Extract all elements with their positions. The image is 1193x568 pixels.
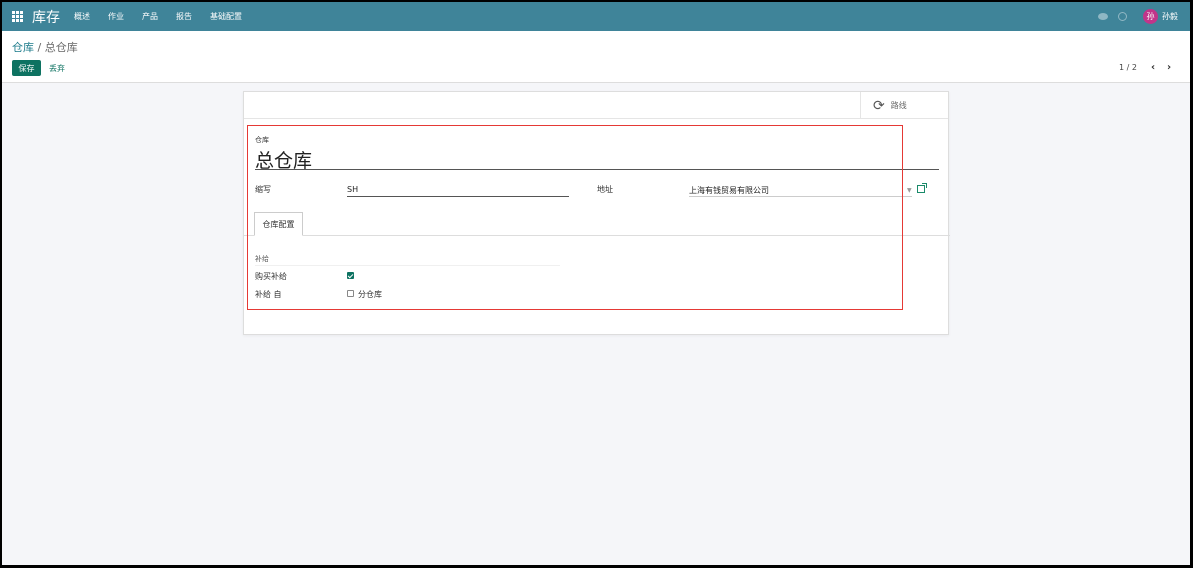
menu-overview[interactable]: 概述 [74,11,90,22]
menu-products[interactable]: 产品 [142,11,158,22]
menu-reporting[interactable]: 报告 [176,11,192,22]
apps-menu-icon[interactable] [12,11,23,22]
breadcrumb: 仓库 / 总仓库 [12,39,78,55]
menu-operations[interactable]: 作业 [108,11,124,22]
address-field[interactable]: 上海有钱贸易有限公司 [689,185,912,197]
resupply-from-option-label[interactable]: 分仓库 [358,289,382,300]
tab-divider [244,235,950,236]
code-field[interactable]: SH [347,185,569,197]
chevron-down-icon[interactable]: ▼ [907,187,912,194]
control-panel: 仓库 / 总仓库 保存 丢弃 1 / 2 ‹ › [2,31,1190,83]
chat-icon[interactable] [1098,13,1108,20]
breadcrumb-current: 总仓库 [44,41,78,54]
resupply-from-label: 补给 自 [255,290,282,299]
avatar[interactable]: 孙 [1143,9,1158,24]
resupply-from-checkbox[interactable] [347,290,354,297]
buy-resupply-checkbox[interactable] [347,272,354,279]
menu-configuration[interactable]: 基础配置 [210,11,242,22]
buy-resupply-label: 购买补给 [255,272,287,281]
resupply-group-title: 补给 [255,255,269,263]
activity-clock-icon[interactable] [1118,12,1127,21]
breadcrumb-separator: / [34,41,45,54]
top-navbar: 库存 概述 作业 产品 报告 基础配置 孙 孙毅 [2,2,1190,31]
warehouse-name-label: 仓库 [255,136,269,144]
navbar-systray: 孙 孙毅 [1088,9,1178,24]
code-label: 缩写 [255,185,271,194]
main-menu: 概述 作业 产品 报告 基础配置 [74,11,260,22]
group-divider [255,265,560,266]
save-button[interactable]: 保存 [12,60,41,76]
tab-warehouse-config[interactable]: 仓库配置 [254,212,303,236]
routes-label: 路线 [890,101,907,110]
external-link-icon[interactable] [917,183,927,193]
form-sheet: ⟳ 路线 仓库 总仓库 缩写 SH 地址 上海有钱贸易有限公司 ▼ 仓库配置 补… [243,91,950,335]
discard-button[interactable]: 丢弃 [49,63,65,74]
app-frame: 库存 概述 作业 产品 报告 基础配置 孙 孙毅 仓库 / 总仓库 保存 丢弃 … [2,2,1190,565]
button-box: ⟳ 路线 [244,92,948,119]
chevron-left-icon[interactable]: ‹ [1151,62,1155,73]
refresh-icon: ⟳ [873,97,885,114]
pager-value[interactable]: 1 / 2 [1119,63,1137,72]
routes-smart-button[interactable]: ⟳ 路线 [860,92,949,119]
address-label: 地址 [597,185,613,194]
user-name[interactable]: 孙毅 [1162,11,1178,22]
warehouse-name-field[interactable]: 总仓库 [255,146,939,172]
chevron-right-icon[interactable]: › [1167,62,1171,73]
app-name[interactable]: 库存 [32,7,60,27]
breadcrumb-parent[interactable]: 仓库 [12,41,34,54]
